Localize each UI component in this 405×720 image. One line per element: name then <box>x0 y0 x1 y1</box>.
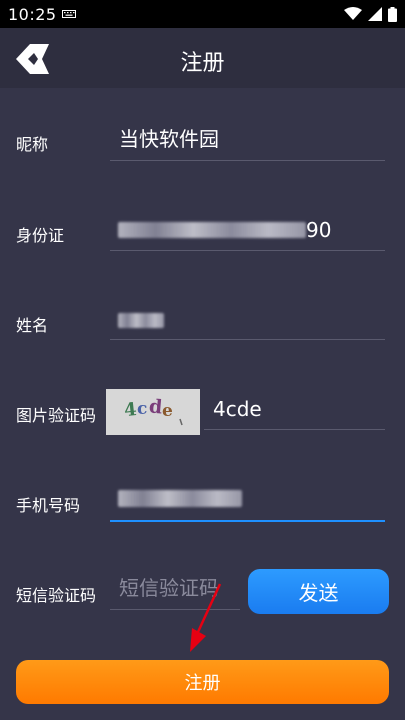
cell-signal-icon <box>368 7 382 21</box>
captcha-label: 图片验证码 <box>16 406 97 425</box>
register-button[interactable]: 注册 <box>16 660 389 704</box>
svg-text:c: c <box>137 399 147 419</box>
name-input[interactable] <box>110 299 385 340</box>
app-bar: 注册 <box>0 28 405 88</box>
redacted-name <box>118 313 164 328</box>
id-card-visible-suffix: 90 <box>306 218 332 242</box>
nickname-value: 当快软件园 <box>119 127 219 151</box>
captcha-image[interactable]: 4 c d e <box>106 389 200 435</box>
status-time: 10:25 <box>8 5 57 24</box>
svg-text:e: e <box>162 401 173 421</box>
wifi-icon <box>344 7 362 20</box>
redacted-id-number <box>118 222 306 238</box>
name-label: 姓名 <box>16 316 49 335</box>
id-card-input[interactable]: 90 <box>110 210 385 251</box>
battery-icon <box>388 6 397 22</box>
captcha-graphic: 4 c d e <box>123 395 183 426</box>
phone-label: 手机号码 <box>16 496 81 515</box>
redacted-phone <box>118 490 242 507</box>
keyboard-icon <box>62 10 76 18</box>
nickname-input[interactable]: 当快软件园 <box>110 120 385 161</box>
nickname-label: 昵称 <box>16 135 49 154</box>
captcha-value: 4cde <box>213 397 262 421</box>
annotation-arrow-icon <box>190 583 222 652</box>
svg-text:4: 4 <box>123 399 138 421</box>
id-card-label: 身份证 <box>16 226 65 245</box>
status-bar: 10:25 <box>0 0 405 28</box>
sms-label: 短信验证码 <box>16 586 97 605</box>
svg-text:d: d <box>148 395 163 418</box>
status-icons <box>344 6 397 22</box>
phone-input[interactable] <box>110 480 385 522</box>
captcha-input[interactable]: 4cde <box>204 389 385 430</box>
send-code-button[interactable]: 发送 <box>248 569 389 614</box>
page-title: 注册 <box>180 51 225 76</box>
